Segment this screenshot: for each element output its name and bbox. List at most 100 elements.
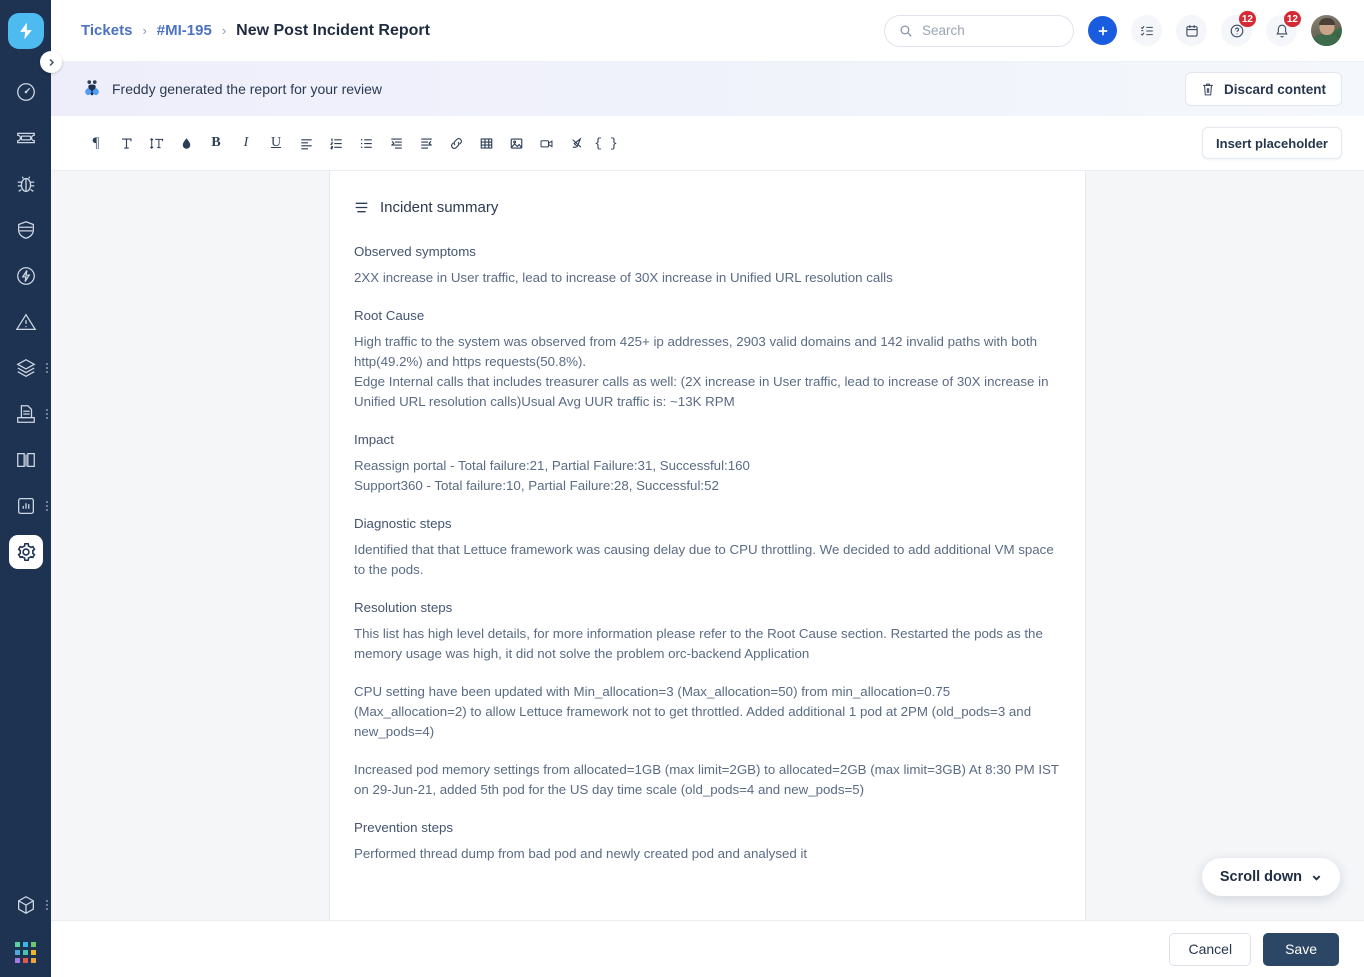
sidebar-item-marketplace[interactable] bbox=[0, 882, 51, 928]
insert-placeholder-button[interactable]: Insert placeholder bbox=[1202, 127, 1342, 159]
clear-format-icon bbox=[571, 136, 582, 148]
document-page[interactable]: Incident summary Observed symptoms 2XX i… bbox=[329, 171, 1086, 920]
sidebar-item-contracts[interactable] bbox=[0, 391, 51, 437]
breadcrumb-ticket-id[interactable]: #MI-195 bbox=[157, 22, 212, 39]
paragraph-prevention-steps: Performed thread dump from bad pod and n… bbox=[354, 845, 808, 861]
help-badge: 12 bbox=[1238, 11, 1256, 27]
sidebar-item-problems[interactable] bbox=[0, 161, 51, 207]
paragraph-observed-symptoms: 2XX increase in User traffic, lead to in… bbox=[354, 269, 893, 285]
search-icon bbox=[900, 24, 912, 37]
freddy-banner: Freddy generated the report for your rev… bbox=[51, 62, 1364, 116]
page-title: New Post Incident Report bbox=[236, 21, 430, 39]
sidebar-item-admin[interactable] bbox=[0, 529, 51, 575]
help-button[interactable]: 12 bbox=[1221, 11, 1256, 46]
line-height-button[interactable] bbox=[141, 128, 171, 158]
bug-icon bbox=[17, 176, 34, 192]
chevron-right-icon bbox=[48, 58, 54, 66]
analytics-overflow-menu[interactable] bbox=[46, 501, 48, 511]
video-button[interactable] bbox=[531, 128, 561, 158]
list-lines-icon bbox=[355, 202, 368, 213]
grid-dots-icon[interactable] bbox=[15, 942, 36, 963]
calendar-button[interactable] bbox=[1176, 15, 1207, 46]
sidebar-item-changes[interactable] bbox=[0, 207, 51, 253]
rail-items bbox=[0, 69, 51, 575]
bullet-list-icon bbox=[360, 138, 372, 148]
freddy-ai-icon bbox=[81, 78, 103, 100]
notifications-badge: 12 bbox=[1283, 11, 1301, 27]
avatar[interactable] bbox=[1311, 15, 1342, 46]
discard-content-button[interactable]: Discard content bbox=[1184, 72, 1342, 106]
sidebar-item-incidents[interactable] bbox=[0, 299, 51, 345]
cancel-button[interactable]: Cancel bbox=[1169, 932, 1252, 966]
discard-content-label: Discard content bbox=[1223, 81, 1326, 97]
tasks-button[interactable] bbox=[1131, 15, 1162, 46]
ordered-list-button[interactable] bbox=[321, 128, 351, 158]
text-color-button[interactable] bbox=[171, 128, 201, 158]
app-logo[interactable] bbox=[7, 13, 44, 49]
checklist-icon bbox=[1140, 25, 1153, 36]
image-button[interactable] bbox=[501, 128, 531, 158]
notifications-button[interactable]: 12 bbox=[1266, 11, 1301, 46]
paragraph-impact-2: Support360 - Total failure:10, Partial F… bbox=[354, 477, 719, 493]
video-icon bbox=[540, 139, 552, 147]
heading-resolution-steps: Resolution steps bbox=[354, 599, 453, 615]
search-input[interactable]: Search bbox=[884, 14, 1074, 47]
gear-icon bbox=[17, 542, 35, 562]
heading-observed-symptoms: Observed symptoms bbox=[354, 244, 476, 259]
admin-active-indicator bbox=[8, 535, 43, 569]
footer-actions: Cancel Save bbox=[51, 920, 1364, 977]
italic-button[interactable]: I bbox=[231, 128, 261, 158]
add-new-button[interactable] bbox=[1088, 16, 1117, 45]
save-button[interactable]: Save bbox=[1263, 932, 1339, 966]
marketplace-overflow-menu[interactable] bbox=[46, 900, 48, 910]
search-placeholder: Search bbox=[922, 23, 965, 38]
underline-button[interactable]: U bbox=[261, 128, 291, 158]
heading-prevention-steps: Prevention steps bbox=[354, 819, 454, 835]
breadcrumb-separator-2: › bbox=[221, 23, 227, 38]
link-button[interactable] bbox=[441, 128, 471, 158]
avatar-body bbox=[1312, 34, 1341, 46]
contracts-overflow-menu[interactable] bbox=[46, 409, 48, 419]
breadcrumb: Tickets › #MI-195 › New Post Incident Re… bbox=[81, 22, 430, 40]
heading-diagnostic-steps: Diagnostic steps bbox=[354, 515, 452, 531]
paragraph-root-cause-1: High traffic to the system was observed … bbox=[354, 333, 1038, 369]
calendar-icon bbox=[1185, 24, 1198, 37]
sidebar-item-dashboard[interactable] bbox=[0, 69, 51, 115]
heading-impact: Impact bbox=[354, 431, 394, 447]
sidebar-item-analytics[interactable] bbox=[0, 483, 51, 529]
bar-chart-icon bbox=[17, 498, 34, 514]
paragraph-resolution-3: Increased pod memory settings from alloc… bbox=[354, 761, 1059, 797]
app-root: Tickets › #MI-195 › New Post Incident Re… bbox=[0, 0, 1364, 977]
table-button[interactable] bbox=[471, 128, 501, 158]
paragraph-style-button[interactable]: ¶ bbox=[81, 128, 111, 158]
breadcrumb-tickets[interactable]: Tickets bbox=[81, 22, 132, 39]
font-family-button[interactable] bbox=[111, 128, 141, 158]
layers-icon bbox=[15, 359, 36, 377]
ordered-list-icon bbox=[329, 137, 342, 149]
assets-overflow-menu[interactable] bbox=[46, 363, 48, 373]
lightning-bolt-icon bbox=[19, 22, 32, 40]
shield-icon bbox=[17, 221, 34, 239]
sidebar-item-solutions[interactable] bbox=[0, 437, 51, 483]
sidebar-item-releases[interactable] bbox=[0, 253, 51, 299]
bold-button[interactable]: B bbox=[201, 128, 231, 158]
section-header: Incident summary bbox=[354, 199, 1061, 216]
align-left-button[interactable] bbox=[291, 128, 321, 158]
sidebar-item-assets[interactable] bbox=[0, 345, 51, 391]
scroll-down-button[interactable]: Scroll down bbox=[1201, 858, 1340, 896]
bullet-list-button[interactable] bbox=[351, 128, 381, 158]
table-icon bbox=[480, 137, 492, 149]
document-tray-icon bbox=[16, 405, 35, 423]
indent-button[interactable] bbox=[381, 128, 411, 158]
droplet-icon bbox=[182, 137, 190, 149]
paragraph-resolution-1: This list has high level details, for mo… bbox=[354, 625, 1043, 661]
outdent-button[interactable] bbox=[411, 128, 441, 158]
link-icon bbox=[450, 137, 462, 149]
sidebar-collapse-button[interactable] bbox=[40, 51, 62, 73]
sidebar-item-tickets[interactable] bbox=[0, 115, 51, 161]
freddy-banner-message: Freddy generated the report for your rev… bbox=[112, 81, 383, 97]
top-bar: Tickets › #MI-195 › New Post Incident Re… bbox=[51, 0, 1364, 62]
trash-icon bbox=[1203, 83, 1213, 95]
clear-format-button[interactable] bbox=[561, 128, 591, 158]
code-block-button[interactable]: { } bbox=[591, 128, 621, 158]
